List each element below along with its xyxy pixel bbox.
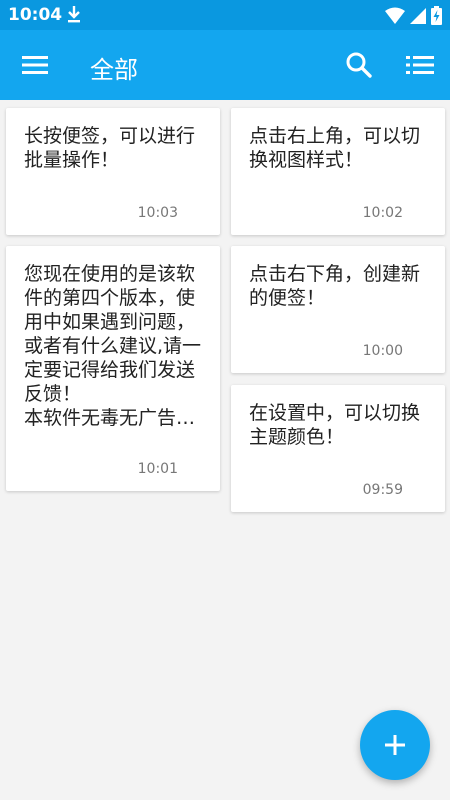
note-card[interactable]: 长按便签，可以进行批量操作！ 10:03 <box>6 108 220 235</box>
signal-icon <box>409 7 427 29</box>
plus-icon <box>385 735 405 755</box>
status-bar: 10:04 <box>0 0 450 30</box>
page-title: 全部 <box>90 56 138 84</box>
battery-charging-icon <box>431 6 442 29</box>
note-text: 您现在使用的是该软件的第四个版本，使用中如果遇到问题，或者有什么建议,请一定要记… <box>24 263 202 429</box>
note-text: 长按便签，可以进行批量操作！ <box>24 125 196 171</box>
note-card[interactable]: 您现在使用的是该软件的第四个版本，使用中如果遇到问题，或者有什么建议,请一定要记… <box>6 246 220 491</box>
search-icon[interactable] <box>345 51 373 79</box>
note-card[interactable]: 点击右上角，可以切换视图样式！ 10:02 <box>231 108 445 235</box>
note-text: 点击右上角，可以切换视图样式！ <box>249 125 421 171</box>
note-time: 09:59 <box>362 482 403 498</box>
wifi-icon <box>385 7 405 29</box>
add-note-button[interactable] <box>360 710 430 780</box>
menu-icon[interactable] <box>22 52 48 78</box>
status-time: 10:04 <box>8 5 63 25</box>
note-card[interactable]: 在设置中，可以切换主题颜色！ 09:59 <box>231 385 445 512</box>
note-time: 10:03 <box>137 205 178 221</box>
note-text: 在设置中，可以切换主题颜色！ <box>249 402 421 448</box>
note-card[interactable]: 点击右下角，创建新的便签！ 10:00 <box>231 246 445 373</box>
note-time: 10:01 <box>137 461 178 477</box>
list-view-icon[interactable] <box>406 52 434 78</box>
note-time: 10:00 <box>362 343 403 359</box>
note-text: 点击右下角，创建新的便签！ <box>249 263 421 309</box>
app-bar: 全部 <box>0 30 450 100</box>
download-icon <box>66 5 82 27</box>
note-time: 10:02 <box>362 205 403 221</box>
